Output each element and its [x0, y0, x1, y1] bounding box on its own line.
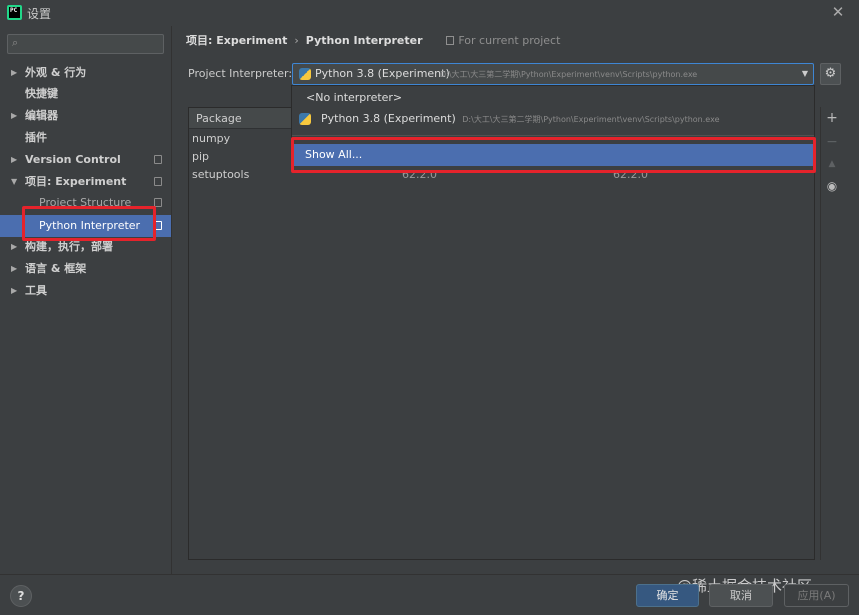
expand-arrow-icon: ▶ [11, 155, 18, 164]
package-name: pip [192, 150, 210, 163]
sidebar-item-editor[interactable]: ▶ 编辑器 [0, 105, 171, 126]
title-bar: PC 设置 ✕ [0, 0, 859, 26]
sidebar-item-tools[interactable]: ▶ 工具 [0, 280, 171, 301]
highlight-box [22, 206, 156, 241]
window-title: 设置 [27, 7, 52, 21]
breadcrumb: 项目: Experiment › Python Interpreter For cu… [186, 32, 560, 48]
pycharm-logo-icon: PC [7, 5, 22, 20]
packages-table: Package numpy pip setuptools 62.2.0 62.2… [188, 107, 815, 560]
chevron-down-icon[interactable]: ▼ [802, 69, 808, 78]
option-name: Python 3.8 (Experiment) [321, 112, 456, 125]
sidebar-item-plugins[interactable]: 插件 [0, 127, 171, 148]
sidebar-item-languages[interactable]: ▶ 语言 & 框架 [0, 258, 171, 279]
expand-arrow-icon: ▶ [11, 68, 18, 77]
sidebar-item-label: 工具 [25, 284, 47, 297]
gear-icon[interactable]: ⚙ [820, 63, 841, 85]
breadcrumb-separator: › [294, 34, 299, 47]
sidebar-item-label: 语言 & 框架 [25, 262, 87, 275]
package-toolbar: + − ▲ ◉ [820, 107, 842, 560]
sidebar-item-label: 快捷键 [25, 87, 58, 100]
option-no-interpreter[interactable]: <No interpreter> [292, 87, 814, 109]
sidebar-item-label: 编辑器 [25, 109, 58, 122]
cancel-button[interactable]: 取消 [709, 584, 773, 607]
sidebar-item-label: 项目: Experiment [25, 175, 127, 188]
collapse-arrow-icon: ▼ [11, 177, 18, 186]
expand-arrow-icon: ▶ [11, 242, 18, 251]
sidebar-item-label: Version Control [25, 153, 121, 166]
project-scope-icon [154, 155, 162, 164]
project-scope-icon [154, 177, 162, 186]
interpreter-name: Python 3.8 (Experiment) [315, 67, 450, 80]
expand-arrow-icon: ▶ [11, 286, 18, 295]
remove-icon[interactable]: − [821, 134, 843, 150]
settings-search-input[interactable]: ⌕ [7, 34, 164, 54]
option-path: D:\大工\大三第二学期\Python\Experiment\venv\Scri… [462, 115, 720, 124]
sidebar-item-label: 插件 [25, 131, 47, 144]
breadcrumb-project: 项目: Experiment [186, 34, 288, 47]
sidebar-item-label: 外观 & 行为 [25, 66, 87, 79]
option-python-38[interactable]: Python 3.8 (Experiment) D:\大工\大三第二学期\Pyt… [292, 108, 814, 130]
python-icon [299, 113, 311, 125]
add-icon[interactable]: + [821, 110, 843, 126]
sidebar-item-keymap[interactable]: 快捷键 [0, 83, 171, 104]
interpreter-label: Project Interpreter: [188, 67, 293, 80]
dialog-footer: ? @稀土掘金技术社区 确定 取消 应用(A) [0, 574, 859, 615]
upgrade-icon[interactable]: ▲ [821, 159, 843, 169]
project-scope-icon [446, 36, 455, 45]
column-header-package[interactable]: Package [196, 112, 242, 125]
main-panel: 项目: Experiment › Python Interpreter For cu… [172, 26, 859, 574]
sidebar-item-appearance[interactable]: ▶ 外观 & 行为 [0, 62, 171, 83]
package-name: numpy [192, 132, 231, 145]
highlight-box [291, 137, 816, 173]
package-name: setuptools [192, 168, 250, 181]
expand-arrow-icon: ▶ [11, 111, 18, 120]
search-icon: ⌕ [12, 36, 19, 49]
sidebar-item-project[interactable]: ▼ 项目: Experiment [0, 171, 171, 192]
python-icon [299, 68, 311, 80]
divider [292, 135, 814, 136]
close-icon[interactable]: ✕ [829, 3, 847, 21]
sidebar-item-version-control[interactable]: ▶ Version Control [0, 149, 171, 170]
interpreter-select[interactable]: Python 3.8 (Experiment) D:\大工\大三第二学期\Pyt… [292, 63, 814, 85]
help-icon[interactable]: ? [10, 585, 32, 607]
expand-arrow-icon: ▶ [11, 264, 18, 273]
scope-text: For current project [458, 34, 561, 47]
apply-button[interactable]: 应用(A) [784, 584, 849, 607]
scope-note: For current project [446, 34, 560, 47]
eye-icon[interactable]: ◉ [821, 179, 843, 193]
breadcrumb-page: Python Interpreter [305, 34, 423, 47]
interpreter-path: D:\大工\大三第二学期\Python\Experiment\venv\Scri… [440, 70, 698, 79]
settings-sidebar: ⌕ ▶ 外观 & 行为 快捷键 ▶ 编辑器 插件 ▶ Version Contr… [0, 26, 172, 574]
ok-button[interactable]: 确定 [636, 584, 699, 607]
